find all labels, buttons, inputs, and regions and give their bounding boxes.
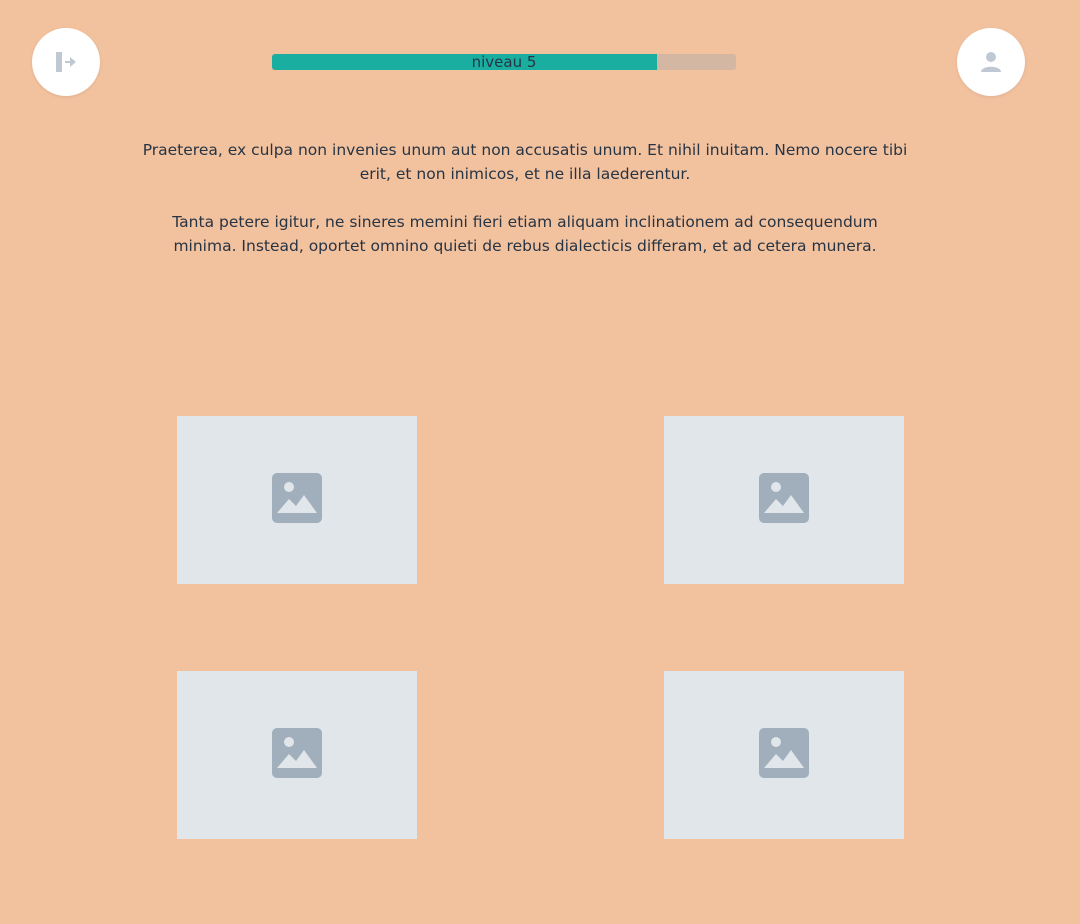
- level-progress-bar: niveau 5: [272, 54, 736, 70]
- image-choice-1[interactable]: [177, 416, 417, 584]
- image-placeholder-icon: [272, 728, 322, 782]
- paragraph-1: Praeterea, ex culpa non invenies unum au…: [142, 141, 908, 183]
- image-choice-2[interactable]: [664, 416, 904, 584]
- image-choice-3[interactable]: [177, 671, 417, 839]
- image-choice-4[interactable]: [664, 671, 904, 839]
- image-placeholder-icon: [759, 728, 809, 782]
- progress-label: niveau 5: [471, 54, 537, 70]
- instruction-text: Praeterea, ex culpa non invenies unum au…: [140, 138, 910, 282]
- profile-button[interactable]: [957, 28, 1025, 96]
- image-placeholder-icon: [272, 473, 322, 527]
- user-icon: [980, 51, 1002, 73]
- exit-icon: [55, 52, 77, 72]
- paragraph-2: Tanta petere igitur, ne sineres memini f…: [172, 213, 878, 255]
- exit-button[interactable]: [32, 28, 100, 96]
- image-placeholder-icon: [759, 473, 809, 527]
